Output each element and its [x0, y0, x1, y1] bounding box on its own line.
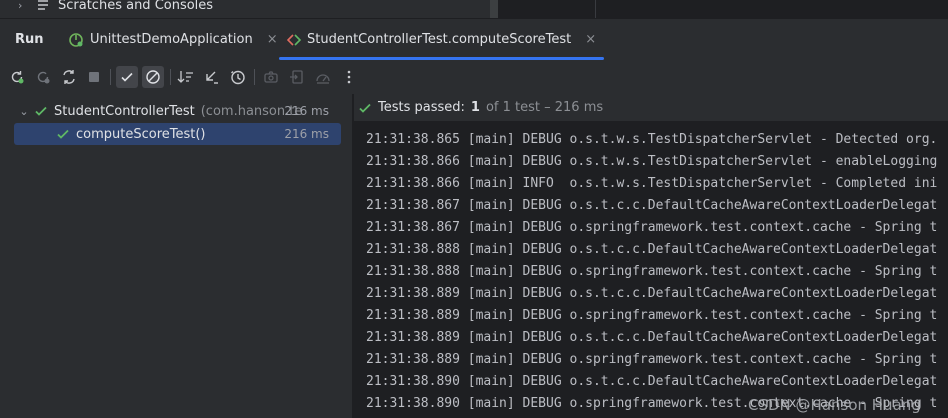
console-line: 21:31:38.866 [main] DEBUG o.s.t.w.s.Test… [366, 154, 938, 169]
show-ignored-icon[interactable] [142, 66, 164, 88]
console-line: 21:31:38.867 [main] DEBUG o.s.t.c.c.Defa… [366, 198, 938, 213]
test-result-icon [287, 33, 301, 46]
test-tree-root[interactable]: ⌄ StudentControllerTest (com.hanson.te 2… [14, 100, 341, 122]
tab-student-controller-test[interactable]: StudentControllerTest.computeScoreTest × [279, 19, 605, 60]
tab-unittest-demo-application[interactable]: UnittestDemoApplication × [68, 19, 278, 60]
test-method-label: computeScoreTest() [76, 126, 206, 142]
watermark: CSDN @Hanson Huang [748, 396, 921, 414]
coverage-icon[interactable] [313, 67, 333, 87]
scratches-tree-item[interactable]: › Scratches and Consoles [18, 0, 213, 14]
run-tab-bar: Run UnittestDemoApplication × StudentCon… [0, 18, 948, 60]
console-line: 21:31:38.867 [main] DEBUG o.springframew… [366, 220, 938, 235]
test-tree-panel: ⌄ StudentControllerTest (com.hanson.te 2… [0, 94, 352, 418]
camera-icon[interactable] [261, 67, 281, 87]
test-duration: 216 ms [284, 104, 329, 118]
editor-area [498, 0, 948, 18]
console-line: 21:31:38.889 [main] DEBUG o.s.t.c.c.Defa… [366, 330, 938, 345]
test-passed-icon [359, 103, 371, 113]
tab-label: StudentControllerTest.computeScoreTest [307, 32, 572, 47]
status-prefix: Tests passed: [378, 100, 465, 115]
scratches-label: Scratches and Consoles [58, 0, 214, 13]
test-status-bar: Tests passed: 1 of 1 test – 216 ms [354, 94, 948, 122]
test-duration: 216 ms [284, 127, 329, 141]
console-panel: Tests passed: 1 of 1 test – 216 ms 21:31… [354, 94, 948, 418]
show-passed-icon[interactable] [116, 66, 138, 88]
more-options-icon[interactable] [339, 67, 359, 87]
scratches-icon [38, 0, 48, 10]
expand-chevron-icon[interactable]: ⌄ [14, 105, 34, 118]
close-icon[interactable]: × [585, 32, 596, 47]
console-line: 21:31:38.866 [main] INFO o.s.t.w.s.TestD… [366, 176, 938, 191]
spring-boot-icon [69, 32, 83, 47]
toolbar-separator [170, 69, 171, 85]
stop-icon[interactable] [84, 67, 104, 87]
console-line: 21:31:38.889 [main] DEBUG o.s.t.c.c.Defa… [366, 286, 938, 301]
tab-label: UnittestDemoApplication [90, 32, 253, 47]
test-class-label: StudentControllerTest [54, 103, 195, 119]
run-toolbar [0, 60, 948, 94]
import-tests-icon[interactable] [287, 67, 307, 87]
console-line: 21:31:38.865 [main] DEBUG o.s.t.w.s.Test… [366, 132, 938, 147]
toggle-auto-test-icon[interactable] [59, 67, 79, 87]
test-tree-child[interactable]: computeScoreTest() 216 ms [14, 123, 341, 145]
test-passed-icon [35, 106, 47, 116]
test-history-icon[interactable] [228, 67, 248, 87]
sort-icon[interactable] [176, 67, 196, 87]
console-line: 21:31:38.890 [main] DEBUG o.s.t.c.c.Defa… [366, 374, 938, 389]
project-tree-strip: › Scratches and Consoles [0, 0, 948, 18]
run-panel-title: Run [15, 32, 44, 47]
toolbar-separator [254, 69, 255, 85]
rerun-failed-icon[interactable] [33, 67, 53, 87]
chevron-right-icon[interactable]: › [18, 0, 28, 12]
status-count: 1 [470, 100, 480, 115]
close-icon[interactable]: × [267, 32, 278, 47]
toolbar-separator [110, 69, 111, 85]
scrollbar[interactable] [490, 0, 498, 18]
console-line: 21:31:38.889 [main] DEBUG o.springframew… [366, 308, 938, 323]
editor-divider [595, 0, 596, 18]
collapse-all-icon[interactable] [201, 67, 221, 87]
console-line: 21:31:38.888 [main] DEBUG o.springframew… [366, 264, 938, 279]
test-passed-icon [57, 129, 69, 139]
console-output[interactable]: 21:31:38.865 [main] DEBUG o.s.t.w.s.Test… [366, 129, 937, 415]
rerun-icon[interactable] [7, 67, 27, 87]
console-line: 21:31:38.889 [main] DEBUG o.springframew… [366, 352, 938, 367]
console-line: 21:31:38.888 [main] DEBUG o.s.t.c.c.Defa… [366, 242, 938, 257]
status-suffix: of 1 test – 216 ms [485, 100, 604, 115]
